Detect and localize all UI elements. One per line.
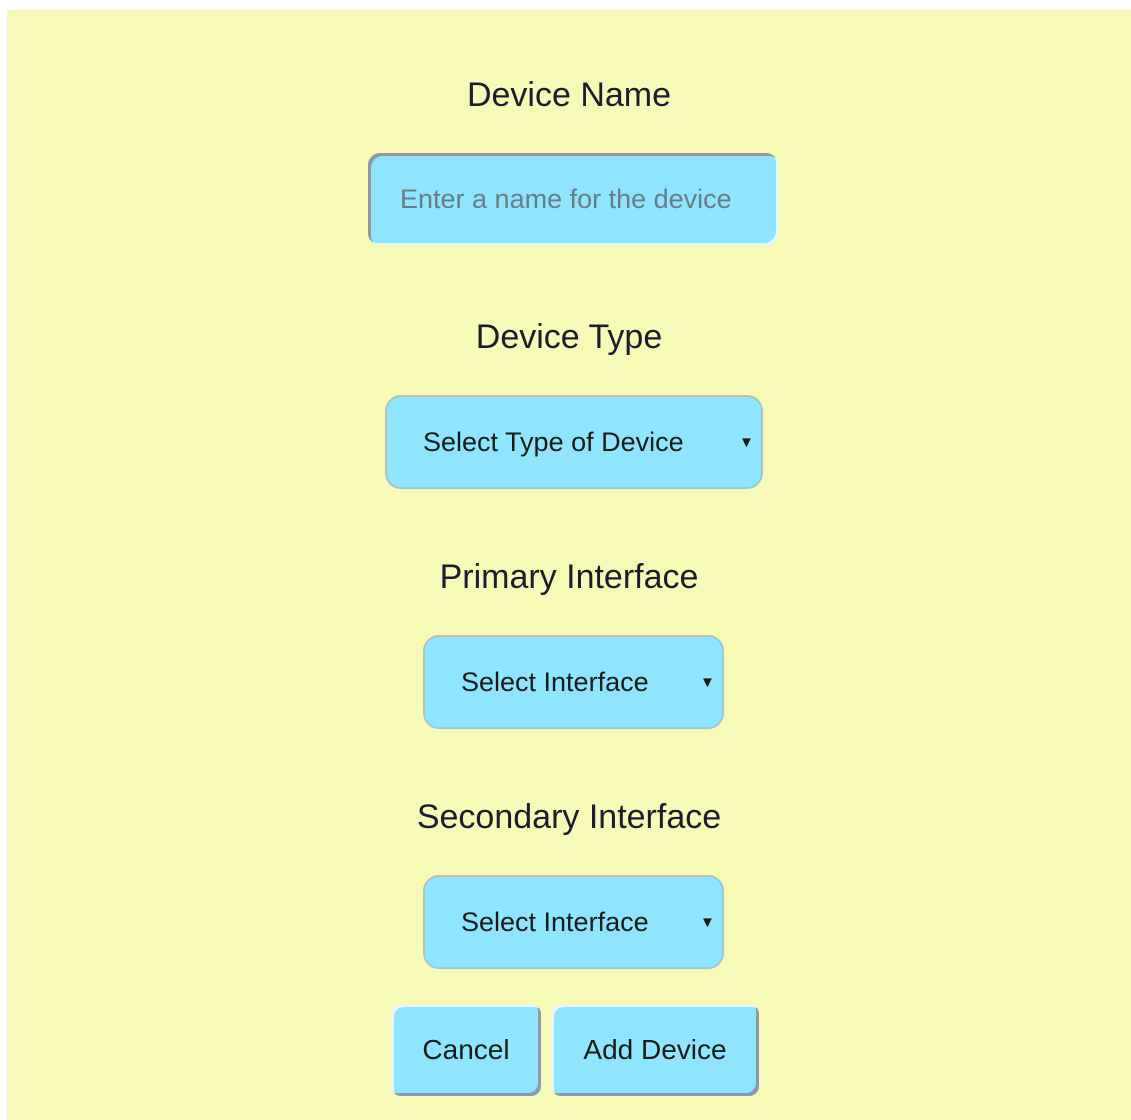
device-type-label: Device Type xyxy=(475,318,663,356)
primary-interface-label: Primary Interface xyxy=(439,558,699,596)
device-type-selected: Select Type of Device xyxy=(423,426,684,457)
chevron-down-icon: ▼ xyxy=(700,913,715,931)
device-type-select[interactable]: Select Type of Device ▼ xyxy=(385,395,763,489)
secondary-interface-select[interactable]: Select Interface ▼ xyxy=(423,875,724,969)
device-name-input[interactable] xyxy=(368,153,778,245)
add-device-button[interactable]: Add Device xyxy=(551,1004,759,1096)
add-device-form: Device Name Device Type Select Type of D… xyxy=(7,10,1131,1120)
chevron-down-icon: ▼ xyxy=(739,433,754,451)
cancel-button[interactable]: Cancel xyxy=(391,1004,541,1096)
chevron-down-icon: ▼ xyxy=(700,673,715,691)
secondary-interface-label: Secondary Interface xyxy=(416,798,722,836)
secondary-interface-selected: Select Interface xyxy=(461,906,649,937)
primary-interface-selected: Select Interface xyxy=(461,666,649,697)
primary-interface-select[interactable]: Select Interface ▼ xyxy=(423,635,724,729)
device-name-label: Device Name xyxy=(466,76,672,114)
